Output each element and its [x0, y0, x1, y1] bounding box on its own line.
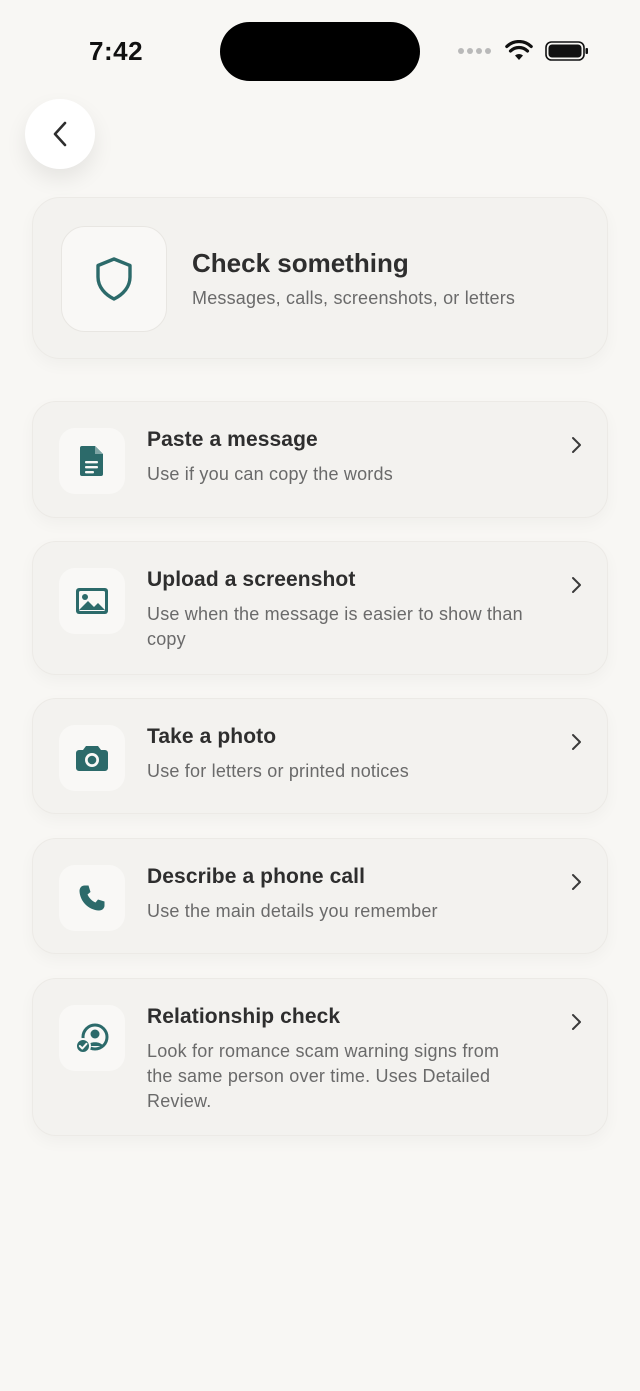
option-icon-box: [59, 568, 125, 634]
status-time: 7:42: [89, 36, 144, 66]
option-icon-box: [59, 865, 125, 931]
status-indicators: [458, 40, 589, 62]
header-icon-box: [61, 226, 167, 332]
option-icon-box: [59, 725, 125, 791]
option-description: Use the main details you remember: [147, 901, 438, 921]
page-subtitle: Messages, calls, screenshots, or letters: [192, 288, 516, 308]
option-title: Take a photo: [147, 725, 277, 748]
option-icon-box: [59, 428, 125, 494]
option-icon-box: [59, 1005, 125, 1071]
option-description: Use if you can copy the words: [147, 464, 393, 484]
option-describe-phone-call[interactable]: Describe a phone call Use the main detai…: [32, 838, 608, 954]
option-title: Describe a phone call: [147, 865, 366, 888]
back-button[interactable]: [25, 99, 95, 169]
wifi-icon: [505, 40, 533, 60]
battery-icon: [545, 41, 588, 61]
option-title: Upload a screenshot: [147, 568, 356, 591]
option-description: Use for letters or printed notices: [147, 761, 409, 781]
page-title: Check something: [192, 248, 409, 278]
chevron-right-icon: [572, 1014, 581, 1030]
option-description: Use when the message is easier to show t…: [147, 604, 523, 649]
option-take-photo[interactable]: Take a photo Use for letters or printed …: [32, 698, 608, 814]
person-check-icon: [75, 1023, 109, 1054]
chevron-right-icon: [572, 437, 581, 453]
option-description: Look for romance scam warning signs from…: [147, 1041, 500, 1111]
option-relationship-check[interactable]: Relationship check Look for romance scam…: [32, 978, 608, 1136]
dynamic-island: [220, 22, 420, 81]
shield-icon: [96, 257, 132, 301]
header-card: Check something Messages, calls, screens…: [32, 197, 608, 359]
chevron-right-icon: [572, 577, 581, 593]
chevron-right-icon: [572, 734, 581, 750]
document-icon: [80, 446, 103, 476]
option-upload-screenshot[interactable]: Upload a screenshot Use when the message…: [32, 541, 608, 675]
option-title: Relationship check: [147, 1005, 341, 1028]
signal-dots-icon: [458, 48, 491, 54]
image-icon: [76, 588, 108, 614]
phone-icon: [79, 885, 105, 911]
camera-icon: [76, 746, 108, 771]
chevron-right-icon: [572, 874, 581, 890]
option-title: Paste a message: [147, 428, 318, 451]
screen: 7:42 Check something Messages, calls, sc…: [0, 0, 640, 1391]
option-paste-message[interactable]: Paste a message Use if you can copy the …: [32, 401, 608, 518]
chevron-left-icon: [53, 121, 67, 147]
